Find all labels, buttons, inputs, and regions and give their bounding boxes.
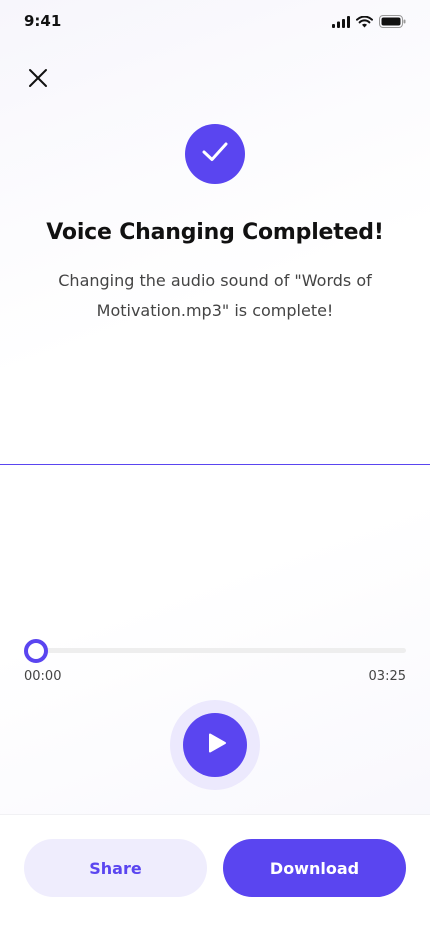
page-title: Voice Changing Completed! <box>46 220 384 245</box>
wifi-icon <box>356 13 373 32</box>
status-icons <box>332 13 406 32</box>
check-icon <box>201 141 229 167</box>
close-button[interactable] <box>22 64 54 96</box>
voice-change-complete-screen: 9:41 Voice Changing Completed! Changing … <box>0 0 430 932</box>
completion-message: Changing the audio sound of "Words of Mo… <box>58 271 372 320</box>
total-time: 03:25 <box>368 669 406 684</box>
battery-icon <box>379 13 406 32</box>
download-button[interactable]: Download <box>223 839 406 897</box>
home-indicator <box>148 918 282 923</box>
play-icon <box>201 731 229 759</box>
status-bar: 9:41 <box>0 0 430 44</box>
progress-track[interactable] <box>34 648 406 653</box>
progress-thumb[interactable] <box>24 639 48 663</box>
close-icon <box>28 68 48 92</box>
waveform-line <box>0 464 430 465</box>
success-badge <box>185 124 245 184</box>
bottom-action-bar: Share Download <box>0 814 430 932</box>
share-button[interactable]: Share <box>24 839 207 897</box>
play-button[interactable] <box>183 713 247 777</box>
cellular-signal-icon <box>332 13 350 32</box>
current-time: 00:00 <box>24 669 62 684</box>
status-time: 9:41 <box>24 12 62 30</box>
